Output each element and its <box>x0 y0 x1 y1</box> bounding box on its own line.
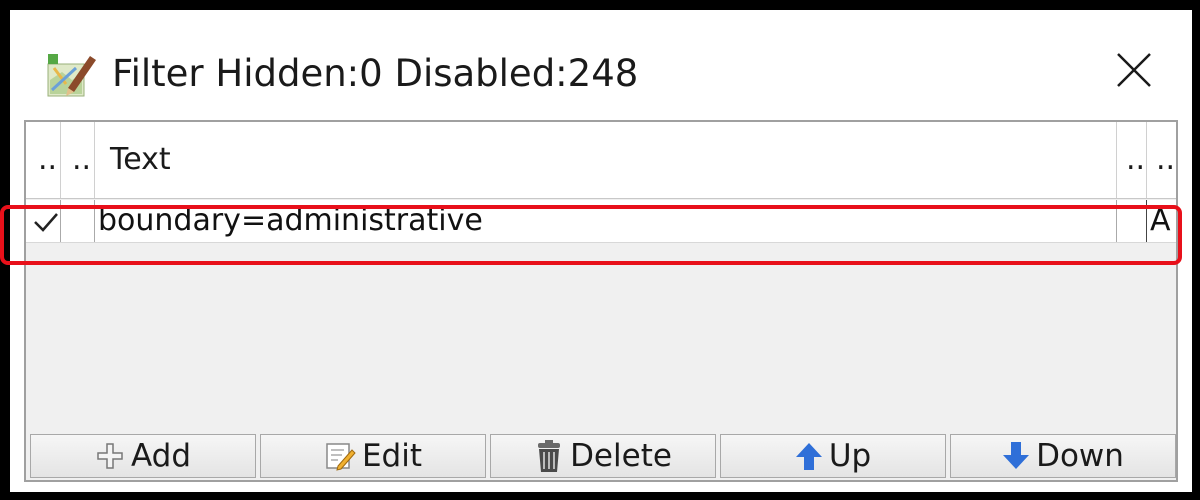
arrow-down-icon <box>1002 441 1030 471</box>
header-inverted[interactable]: .. <box>1126 122 1145 198</box>
filter-table[interactable]: .. .. Text .. .. boundary=administrative… <box>26 122 1176 430</box>
column-divider[interactable] <box>1146 122 1147 198</box>
delete-button-label: Delete <box>570 438 672 474</box>
inverted-checkbox[interactable] <box>1120 200 1144 242</box>
column-divider[interactable] <box>1116 122 1117 198</box>
header-enabled[interactable]: .. <box>38 122 57 198</box>
button-bar: Add Edit Delete Up Down <box>26 430 1176 480</box>
column-divider <box>60 200 61 242</box>
column-divider <box>94 200 95 242</box>
up-button[interactable]: Up <box>720 434 946 478</box>
window-title: Filter Hidden:0 Disabled:248 <box>112 52 639 95</box>
checkmark-icon <box>34 213 58 232</box>
add-button-label: Add <box>130 438 192 474</box>
header-mode[interactable]: .. <box>1156 122 1175 198</box>
close-button[interactable] <box>1104 40 1164 100</box>
hidden-checkbox[interactable] <box>64 200 92 242</box>
enabled-checkbox[interactable] <box>32 200 60 242</box>
delete-button[interactable]: Delete <box>490 434 716 478</box>
close-icon <box>1117 53 1151 87</box>
plus-icon <box>95 441 125 471</box>
column-divider <box>1116 200 1117 242</box>
column-divider <box>1146 200 1147 242</box>
trash-icon <box>534 439 564 473</box>
filter-dialog: Filter Hidden:0 Disabled:248 .. .. Text … <box>0 10 1192 492</box>
down-button[interactable]: Down <box>950 434 1176 478</box>
table-row[interactable]: boundary=administrative A <box>26 200 1176 243</box>
header-hidden[interactable]: .. <box>72 122 91 198</box>
pencil-note-icon <box>324 440 356 472</box>
title-bar: Filter Hidden:0 Disabled:248 <box>10 10 1192 120</box>
header-text[interactable]: Text <box>110 122 171 198</box>
edit-button-label: Edit <box>361 438 423 474</box>
mode-cell[interactable]: A <box>1150 200 1171 242</box>
edit-button[interactable]: Edit <box>260 434 486 478</box>
arrow-up-icon <box>795 441 823 471</box>
down-button-label: Down <box>1036 438 1124 474</box>
filter-panel: .. .. Text .. .. boundary=administrative… <box>24 120 1178 482</box>
column-divider[interactable] <box>60 122 61 198</box>
column-divider[interactable] <box>94 122 95 198</box>
add-button[interactable]: Add <box>30 434 256 478</box>
table-header: .. .. Text .. .. <box>26 122 1176 199</box>
filter-text-cell[interactable]: boundary=administrative <box>98 200 483 242</box>
josm-app-icon <box>46 50 98 98</box>
up-button-label: Up <box>828 438 872 474</box>
